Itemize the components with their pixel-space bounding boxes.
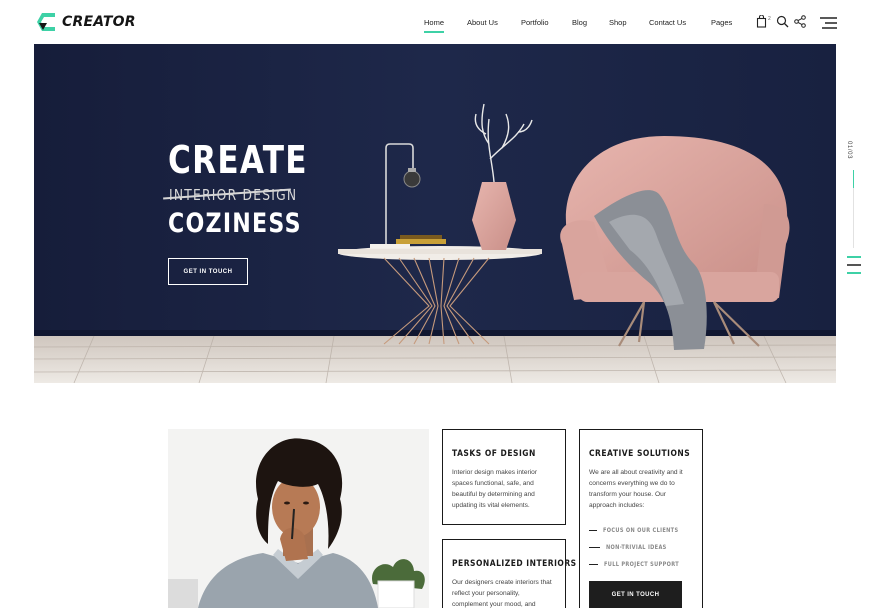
card-text: Our designers create interiors that refl…: [452, 579, 552, 608]
site-header: CREATOR Home About Us Portfolio Blog Sho…: [0, 0, 870, 44]
nav-pages[interactable]: Pages: [711, 18, 732, 27]
bag-icon[interactable]: [756, 15, 767, 28]
slide-nav-lines-icon[interactable]: [847, 256, 861, 280]
menu-icon[interactable]: [820, 17, 837, 29]
list-item: NON-TRIVIAL IDEAS: [589, 539, 693, 556]
portrait-illustration: [168, 429, 429, 608]
share-icon[interactable]: [794, 15, 806, 28]
approach-list: FOCUS ON OUR CLIENTS NON-TRIVIAL IDEAS F…: [589, 522, 693, 573]
nav-shop[interactable]: Shop: [609, 18, 627, 27]
list-item-label: FOCUS ON OUR CLIENTS: [603, 527, 679, 534]
card-title: PERSONALIZED INTERIORS: [452, 559, 577, 569]
nav-home[interactable]: Home: [424, 18, 445, 33]
search-icon[interactable]: [776, 15, 789, 28]
list-item-label: NON-TRIVIAL IDEAS: [606, 544, 667, 551]
slide-counter: 01/03: [846, 141, 852, 160]
hero-title-coziness: COZINESS: [168, 208, 302, 239]
logo[interactable]: CREATOR: [35, 12, 136, 32]
card-text: Interior design makes interior spaces fu…: [452, 469, 538, 509]
card-title: TASKS OF DESIGN: [452, 449, 536, 459]
nav-about-us[interactable]: About Us: [467, 18, 498, 27]
list-item-label: FULL PROJECT SUPPORT: [603, 561, 679, 568]
hero-title-create: CREATE: [168, 138, 308, 182]
nav-blog[interactable]: Blog: [572, 18, 587, 27]
dash-icon: [589, 564, 598, 565]
hero-get-in-touch-button[interactable]: GET IN TOUCH: [168, 258, 248, 285]
card-text: We are all about creativity and it conce…: [589, 469, 683, 509]
nav-portfolio[interactable]: Portfolio: [521, 18, 549, 27]
card-personalized-interiors: PERSONALIZED INTERIORS Our designers cre…: [442, 539, 577, 608]
card-tasks-of-design: TASKS OF DESIGN Interior design makes in…: [442, 429, 566, 525]
designer-portrait-image: [168, 429, 429, 608]
card-creative-solutions: CREATIVE SOLUTIONS We are all about crea…: [579, 429, 703, 608]
list-item: FULL PROJECT SUPPORT: [589, 556, 693, 573]
slide-progress-fill: [853, 170, 854, 188]
nav-contact-us[interactable]: Contact Us: [649, 18, 686, 27]
brand-name: CREATOR: [62, 14, 136, 30]
logo-icon: [37, 13, 55, 31]
card-get-in-touch-button[interactable]: GET IN TOUCH: [589, 581, 682, 608]
cart-count-badge: 2: [768, 16, 771, 22]
list-item: FOCUS ON OUR CLIENTS: [589, 522, 693, 539]
dash-icon: [589, 530, 598, 531]
hero-interior-image: [34, 44, 836, 383]
card-title: CREATIVE SOLUTIONS: [589, 449, 691, 459]
hero-slider: CREATE INTERIOR DESIGN COZINESS GET IN T…: [34, 44, 836, 383]
dash-icon: [589, 547, 600, 548]
